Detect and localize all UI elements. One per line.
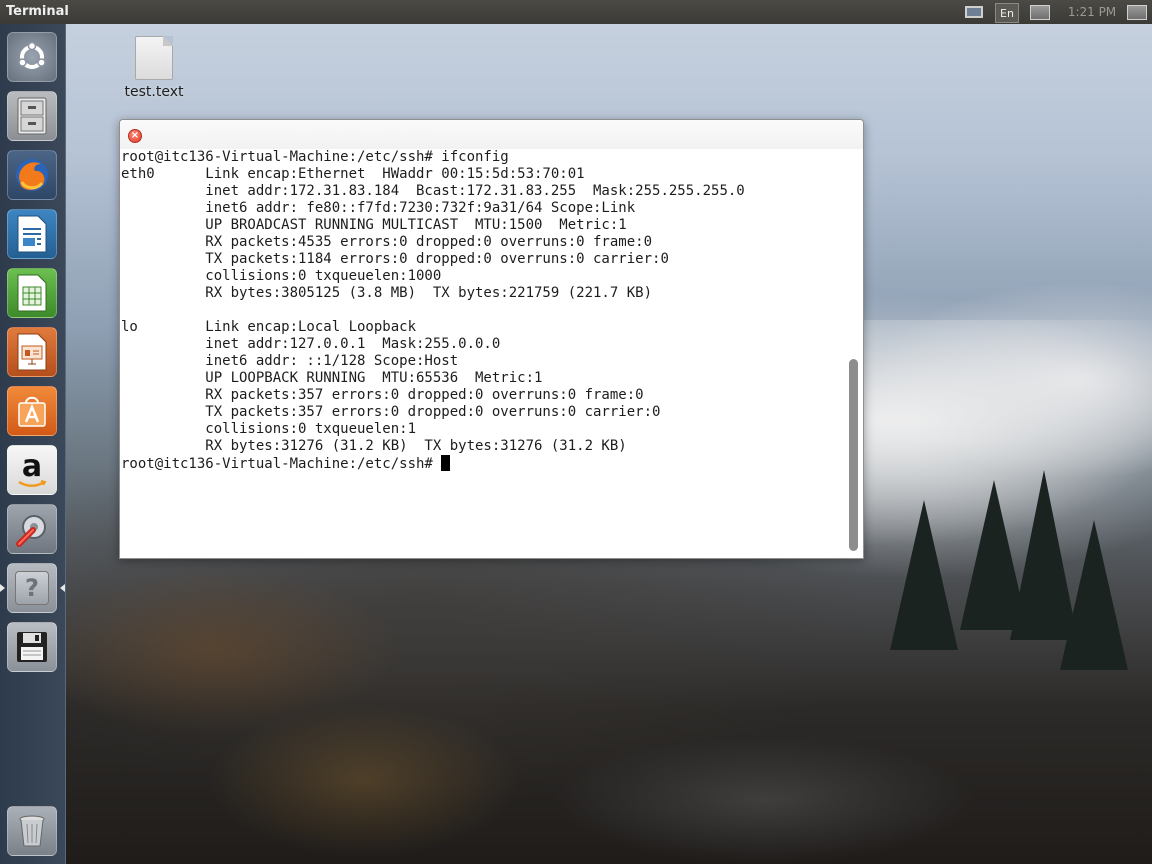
launcher-running-indicator	[0, 584, 5, 592]
file-cabinet-icon	[17, 97, 47, 135]
wrench-gear-icon	[16, 515, 46, 547]
launcher-active-indicator	[60, 584, 65, 592]
trash-icon	[19, 815, 45, 847]
impress-icon	[17, 333, 47, 371]
launcher: a ?	[0, 24, 66, 864]
wallpaper-tree	[1060, 520, 1128, 670]
desktop-file-label: test.text	[124, 84, 184, 100]
calc-icon	[17, 274, 47, 312]
help-icon: ?	[15, 571, 49, 605]
wallpaper-tree	[890, 500, 958, 650]
top-panel: Terminal En 1:21 PM	[0, 0, 1152, 24]
desktop-file-test-text[interactable]: test.text	[118, 36, 190, 100]
save-button[interactable]	[7, 622, 57, 672]
session-icon[interactable]	[1126, 2, 1148, 22]
close-icon: ×	[130, 130, 140, 141]
dash-button[interactable]	[7, 32, 57, 82]
trash-button[interactable]	[7, 806, 57, 856]
amazon-icon: a	[15, 451, 49, 489]
keyboard-language-indicator[interactable]: En	[995, 3, 1019, 23]
terminal-prompt-line[interactable]: root@itc136-Virtual-Machine:/etc/ssh#	[120, 455, 846, 473]
amazon-button[interactable]: a	[7, 445, 57, 495]
terminal-scrollbar[interactable]	[847, 149, 860, 558]
writer-icon	[17, 215, 47, 253]
impress-button[interactable]	[7, 327, 57, 377]
clock[interactable]: 1:21 PM	[1062, 2, 1122, 22]
writer-button[interactable]	[7, 209, 57, 259]
text-cursor	[441, 455, 451, 471]
scrollbar-thumb[interactable]	[849, 359, 858, 551]
system-settings-button[interactable]	[7, 504, 57, 554]
software-center-button[interactable]	[7, 386, 57, 436]
help-button[interactable]: ?	[7, 563, 57, 613]
files-button[interactable]	[7, 91, 57, 141]
floppy-disk-icon	[17, 632, 47, 662]
terminal-prompt: root@itc136-Virtual-Machine:/etc/ssh#	[121, 456, 442, 472]
terminal-window[interactable]: × root@itc136-Virtual-Machine: /etc/ssh …	[119, 119, 864, 559]
ubuntu-logo-icon	[18, 41, 46, 69]
text-file-icon	[135, 36, 173, 80]
active-app-title: Terminal	[6, 4, 69, 19]
network-icon[interactable]	[962, 2, 986, 22]
terminal-body[interactable]: root@itc136-Virtual-Machine:/etc/ssh# if…	[120, 149, 846, 558]
firefox-icon	[16, 159, 48, 191]
terminal-titlebar[interactable]: × root@itc136-Virtual-Machine: /etc/ssh	[120, 120, 863, 149]
close-button[interactable]: ×	[128, 129, 142, 143]
battery-icon[interactable]	[1028, 2, 1052, 22]
shopping-bag-icon	[18, 396, 46, 427]
terminal-output: root@itc136-Virtual-Machine:/etc/ssh# if…	[121, 149, 745, 454]
firefox-button[interactable]	[7, 150, 57, 200]
window-title: root@itc136-Virtual-Machine: /etc/ssh	[190, 127, 435, 142]
calc-button[interactable]	[7, 268, 57, 318]
